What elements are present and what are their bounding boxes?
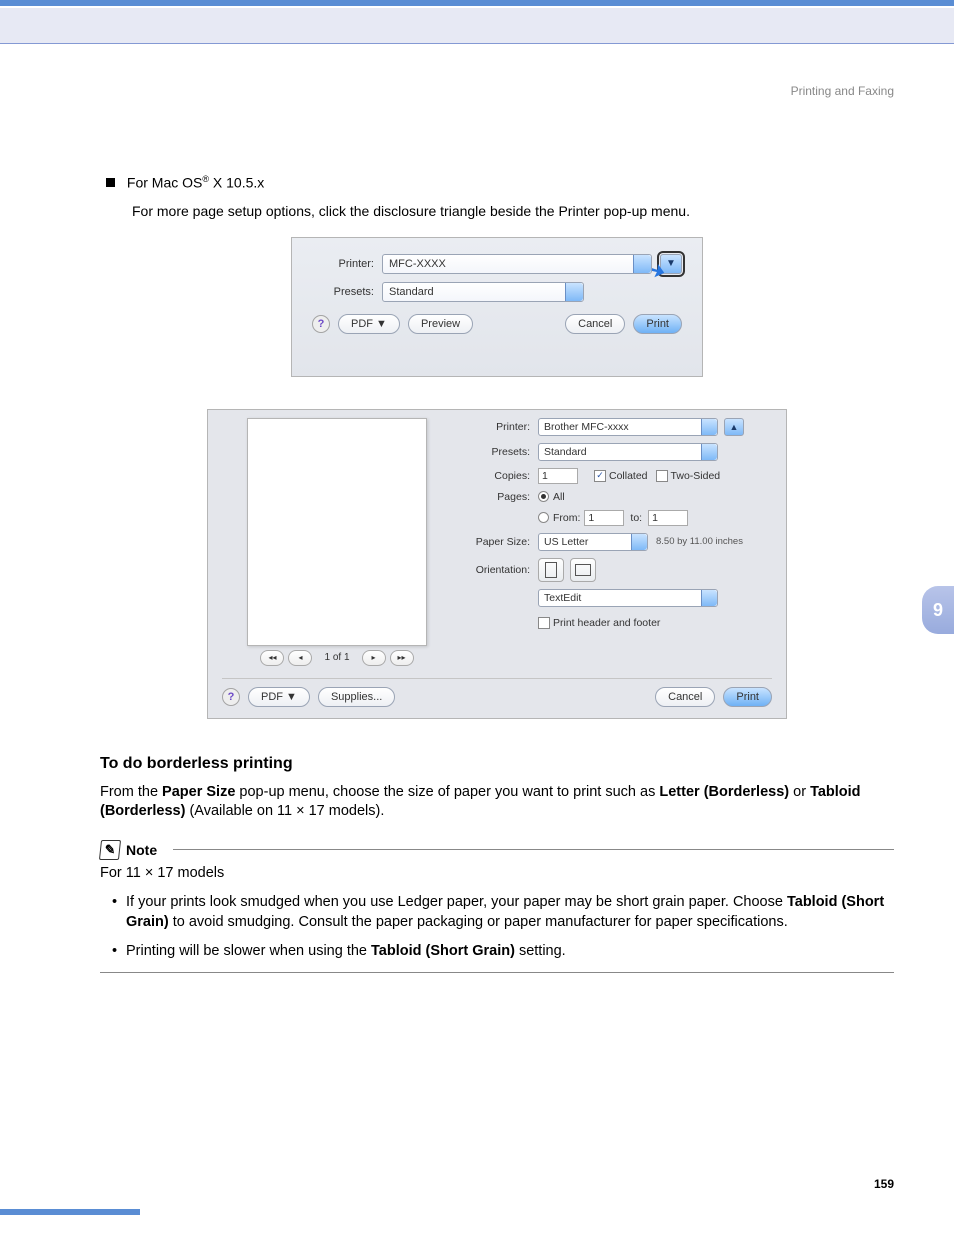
- print-preview-pane: ◂◂ ◂ 1 of 1 ▸ ▸▸: [222, 418, 452, 668]
- printer-label: Printer:: [312, 258, 382, 270]
- nav-prev-button[interactable]: ◂: [288, 650, 312, 666]
- pages-from-radio[interactable]: [538, 512, 549, 523]
- nav-counter: 1 of 1: [324, 652, 349, 663]
- note-subtitle: For 11 × 17 models: [100, 864, 894, 884]
- papersize-dim: 8.50 by 11.00 inches: [656, 536, 743, 547]
- chapter-tab: 9: [922, 586, 954, 634]
- preview-button[interactable]: Preview: [408, 314, 473, 334]
- portrait-icon: [545, 562, 557, 578]
- select-stepper-icon: [631, 534, 647, 550]
- cancel-button[interactable]: Cancel: [565, 314, 625, 334]
- note-end-rule: [100, 972, 894, 973]
- printer-select[interactable]: MFC-XXXX: [382, 254, 652, 274]
- list-item: If your prints look smudged when you use…: [112, 893, 894, 932]
- pdf-button[interactable]: PDF ▼: [248, 687, 310, 707]
- preview-nav: ◂◂ ◂ 1 of 1 ▸ ▸▸: [260, 650, 413, 666]
- page-content: For Mac OS® X 10.5.x For more page setup…: [0, 44, 954, 973]
- print-dialog-collapsed: ➘ Printer: MFC-XXXX ▼ Presets: Standard …: [291, 237, 703, 377]
- printer-label: Printer:: [458, 421, 538, 433]
- landscape-icon: [575, 564, 591, 576]
- printer-value: Brother MFC-xxxx: [544, 421, 629, 433]
- select-stepper-icon: [701, 444, 717, 460]
- presets-label: Presets:: [312, 286, 382, 298]
- copies-input[interactable]: 1: [538, 468, 578, 484]
- collated-label: Collated: [609, 470, 648, 482]
- pane-value: TextEdit: [544, 592, 581, 604]
- printer-select[interactable]: Brother MFC-xxxx: [538, 418, 718, 436]
- orientation-label: Orientation:: [458, 564, 538, 576]
- select-stepper-icon: [633, 255, 651, 273]
- presets-label: Presets:: [458, 446, 538, 458]
- help-button[interactable]: ?: [312, 315, 330, 333]
- pages-to-label: to:: [630, 512, 642, 524]
- top-stripe: [0, 0, 954, 6]
- nav-last-button[interactable]: ▸▸: [390, 650, 414, 666]
- top-band: [0, 8, 954, 44]
- presets-value: Standard: [544, 446, 587, 458]
- orientation-portrait-button[interactable]: [538, 558, 564, 582]
- bullet-text-post: X 10.5.x: [209, 175, 264, 191]
- note-heading: ✎ Note: [100, 840, 894, 860]
- collated-checkbox[interactable]: [594, 470, 606, 482]
- presets-select[interactable]: Standard: [538, 443, 718, 461]
- print-button[interactable]: Print: [633, 314, 682, 334]
- preview-page: [247, 418, 427, 646]
- print-dialog-expanded: ◂◂ ◂ 1 of 1 ▸ ▸▸ Printer: Brother MFC-xx…: [207, 409, 787, 719]
- papersize-value: US Letter: [544, 536, 588, 548]
- list-item: Printing will be slower when using the T…: [112, 942, 894, 962]
- pages-from-label: From:: [553, 512, 580, 524]
- print-header-checkbox[interactable]: [538, 617, 550, 629]
- page-number: 159: [874, 1177, 894, 1191]
- from-input[interactable]: 1: [584, 510, 624, 526]
- select-stepper-icon: [701, 590, 717, 606]
- registered-mark: ®: [202, 174, 209, 184]
- nav-next-button[interactable]: ▸: [362, 650, 386, 666]
- select-stepper-icon: [565, 283, 583, 301]
- note-icon: ✎: [99, 840, 121, 860]
- pages-all-label: All: [553, 491, 565, 503]
- select-stepper-icon: [701, 419, 717, 435]
- bullet-subtext: For more page setup options, click the d…: [132, 203, 894, 219]
- papersize-label: Paper Size:: [458, 536, 538, 548]
- nav-first-button[interactable]: ◂◂: [260, 650, 284, 666]
- presets-select[interactable]: Standard: [382, 282, 584, 302]
- print-settings-form: Printer: Brother MFC-xxxx ▲ Presets: Sta…: [452, 418, 772, 674]
- bullet-item: For Mac OS® X 10.5.x: [106, 174, 894, 191]
- pages-all-radio[interactable]: [538, 491, 549, 502]
- pane-select[interactable]: TextEdit: [538, 589, 718, 607]
- note-label: Note: [126, 842, 157, 858]
- cancel-button[interactable]: Cancel: [655, 687, 715, 707]
- note-list: If your prints look smudged when you use…: [112, 893, 894, 962]
- bullet-text-pre: For Mac OS: [127, 175, 202, 191]
- presets-value: Standard: [389, 286, 434, 298]
- bullet-square-icon: [106, 178, 115, 187]
- printer-value: MFC-XXXX: [389, 258, 446, 270]
- section-paragraph: From the Paper Size pop-up menu, choose …: [100, 783, 894, 822]
- copies-label: Copies:: [458, 470, 538, 482]
- collapse-button[interactable]: ▲: [724, 418, 744, 436]
- footer-bar: [0, 1209, 140, 1215]
- to-input[interactable]: 1: [648, 510, 688, 526]
- supplies-button[interactable]: Supplies...: [318, 687, 395, 707]
- papersize-select[interactable]: US Letter: [538, 533, 648, 551]
- print-header-label: Print header and footer: [553, 617, 660, 629]
- help-button[interactable]: ?: [222, 688, 240, 706]
- breadcrumb: Printing and Faxing: [791, 84, 894, 98]
- orientation-landscape-button[interactable]: [570, 558, 596, 582]
- note-rule: [173, 849, 894, 850]
- twosided-checkbox[interactable]: [656, 470, 668, 482]
- pdf-button[interactable]: PDF ▼: [338, 314, 400, 334]
- twosided-label: Two-Sided: [671, 470, 721, 482]
- section-heading: To do borderless printing: [100, 755, 894, 773]
- pages-label: Pages:: [458, 491, 538, 503]
- print-button[interactable]: Print: [723, 687, 772, 707]
